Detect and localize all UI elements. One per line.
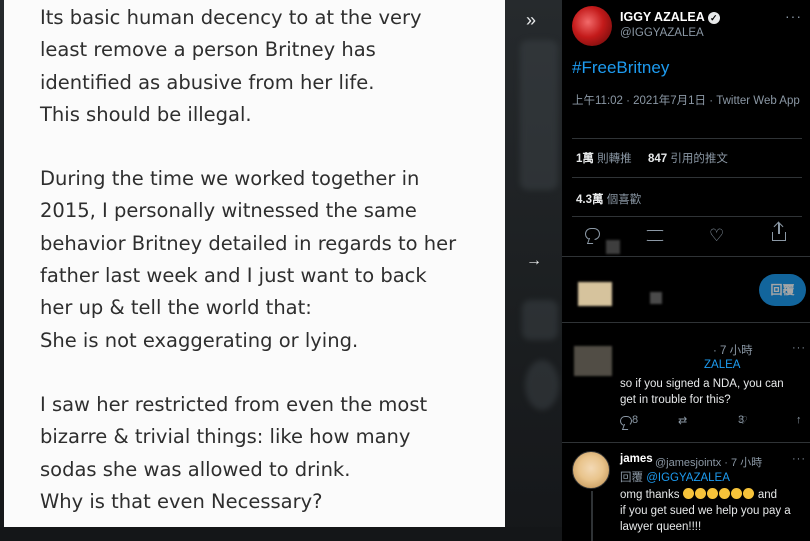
blurred-background-shape [525,360,559,410]
note-line: Why is that even Necessary? [40,489,323,513]
reply-text-line: omg thanks and [620,487,791,503]
reply-author-name[interactable]: james [620,453,653,465]
reply-button[interactable]: 8 [620,414,638,427]
reply-count: 8 [632,414,639,426]
divider [572,216,802,217]
reply-to-prefix: 回覆 [620,472,643,484]
thread-line [591,491,593,541]
reply-to-mention[interactable]: ZALEA [704,359,740,371]
likes-label: 個喜歡 [606,194,642,206]
divider [572,138,802,139]
note-paragraph: Its basic human decency to at the very l… [40,2,505,131]
note-paragraph: During the time we worked together in 20… [40,163,505,357]
more-options-icon[interactable]: ··· [785,8,802,24]
crying-emoji-icons [682,488,755,501]
tweet-action-bar: ♡ [562,222,810,250]
tweet-timestamp[interactable]: 上午11:02 · 2021年7月1日 · Twitter Web App [572,93,800,109]
reply-text: so if you signed a NDA, you can get in t… [620,376,784,408]
double-chevron-right-icon[interactable]: » [526,10,536,31]
likes-stat[interactable]: 4.3萬 個喜歡 [576,191,641,207]
avatar[interactable] [572,6,612,46]
divider [562,322,810,323]
note-paragraph: I saw her restricted from even the most … [40,389,505,518]
note-line: behavior Britney detailed in regards to … [40,231,457,255]
author-handle[interactable]: @IGGYAZALEA [620,27,704,39]
pixelated-avatar [578,282,612,306]
media-viewer-bottom-strip [0,527,562,541]
note-line: Its basic human decency to at the very [40,6,422,29]
tweet-detail-panel: IGGY AZALEA ✓ @IGGYAZALEA ··· #FreeBritne… [562,0,810,541]
retweets-count: 1萬 [576,153,594,165]
verified-badge-icon: ✓ [707,12,720,24]
like-count: 3 [738,414,745,426]
reply-author-handle-time[interactable]: @jamesjointx · 7 小時 [655,454,762,470]
note-line: She is not exaggerating or lying. [40,328,359,352]
reply-text: omg thanks and if you get sued we help y… [620,487,791,535]
hashtag-link[interactable]: #FreeBritney [572,58,669,78]
reply-to-mention[interactable]: @IGGYAZALEA [646,472,730,484]
share-button[interactable]: ↑ [796,414,802,426]
retweet-icon [646,230,664,241]
blurred-background-shape [522,300,558,340]
note-line: her up & tell the world that: [40,296,312,320]
reply-submit-button[interactable]: 回覆 [759,274,806,306]
note-line: identified as abusive from her life. [40,70,375,94]
share-button[interactable] [765,222,793,250]
quotes-count: 847 [648,153,668,165]
pixelated-area [606,240,620,254]
avatar[interactable] [572,451,610,489]
divider [562,442,810,443]
note-line: During the time we worked together in [40,167,420,191]
divider [562,256,810,257]
likes-count: 4.3萬 [576,194,604,206]
note-line: bizarre & trivial things: like how many [40,425,411,449]
reply-text-line: if you get sued we help you pay a [620,505,791,517]
note-line: father last week and I just want to back [40,264,427,288]
note-line: least remove a person Britney has [40,38,376,62]
note-line: 2015, I personally witnessed the same [40,199,417,223]
note-line: This should be illegal. [40,102,252,126]
reply-text-line: lawyer queen!!!! [620,521,702,533]
pixelated-area [650,292,662,304]
heart-icon: ♡ [709,226,725,245]
reply-to: 回覆 @IGGYAZALEA [620,469,730,485]
note-line: sodas she was allowed to drink. [40,457,351,481]
reply-text-fragment: and [757,489,778,501]
reply-text-line: so if you signed a NDA, you can [620,378,784,390]
blurred-background-shape [520,40,558,190]
retweets-stat[interactable]: 1萬 則轉推 [576,150,632,166]
note-line: I saw her restricted from even the most [40,392,428,416]
more-options-icon[interactable]: ··· [792,342,806,354]
retweet-button[interactable]: ⇄ [678,414,687,427]
share-icon [772,223,786,241]
quotes-label: 引用的推文 [670,153,728,165]
author-name[interactable]: IGGY AZALEA ✓ [620,10,720,24]
more-options-icon[interactable]: ··· [792,453,806,465]
reply-text-fragment: omg thanks [620,489,680,501]
retweets-label: 則轉推 [597,153,632,165]
author-name-text: IGGY AZALEA [620,10,705,24]
divider [572,177,802,178]
like-button[interactable]: ♡ [703,222,731,250]
reply-text-line: get in trouble for this? [620,394,731,406]
reply-icon [620,416,632,426]
reply-button[interactable] [579,222,607,250]
retweet-button[interactable] [641,222,669,250]
note-image: Its basic human decency to at the very l… [4,0,505,527]
arrow-right-icon[interactable]: → [526,252,542,270]
reply-action-bar: 8 ⇄ ♡ 3 ↑ [562,414,810,434]
reply-icon [585,228,600,240]
reply-time[interactable]: · 7 小時 [713,342,753,358]
pixelated-avatar [574,346,612,376]
quotes-stat[interactable]: 847 引用的推文 [648,150,728,166]
